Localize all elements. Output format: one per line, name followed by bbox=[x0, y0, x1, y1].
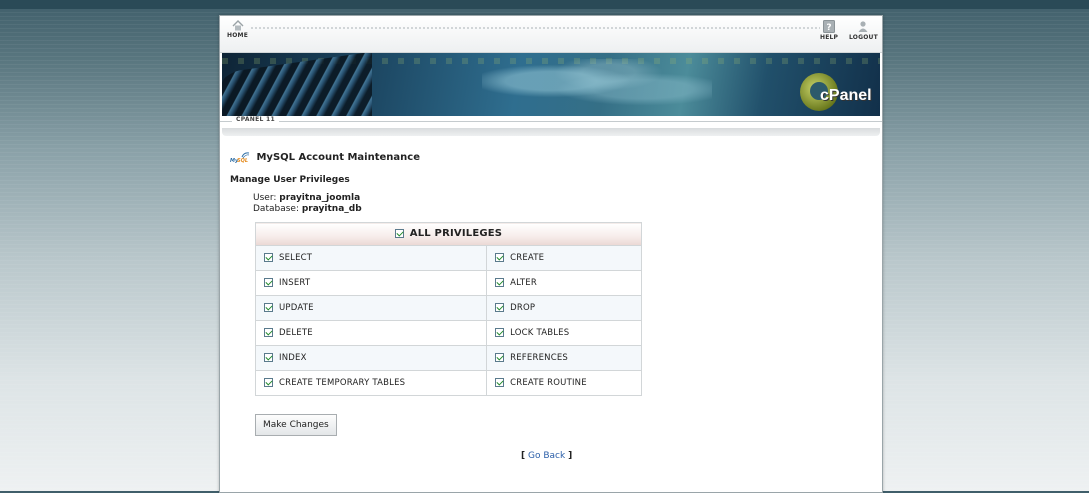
logout-label: LOGOUT bbox=[849, 34, 878, 41]
privilege-cell[interactable]: DROP bbox=[486, 295, 642, 321]
cpanel-logo: cPanel bbox=[796, 73, 874, 115]
privilege-cell[interactable]: SELECT bbox=[254, 245, 488, 271]
privilege-cell[interactable]: LOCK TABLES bbox=[486, 320, 642, 346]
go-back-link[interactable]: Go Back bbox=[528, 451, 565, 461]
version-label: CPANEL 11 bbox=[232, 116, 279, 123]
header-shadow-bar bbox=[222, 128, 880, 136]
update-label: UPDATE bbox=[279, 302, 314, 313]
bracket-open: [ bbox=[521, 451, 526, 461]
make-changes-button[interactable]: Make Changes bbox=[255, 414, 337, 436]
svg-text:SQL: SQL bbox=[237, 158, 248, 163]
select-label: SELECT bbox=[279, 252, 313, 263]
drop-checkbox[interactable] bbox=[495, 303, 505, 313]
update-checkbox[interactable] bbox=[264, 303, 273, 313]
delete-checkbox[interactable] bbox=[264, 328, 273, 338]
lock-tables-checkbox[interactable] bbox=[495, 328, 505, 338]
create-checkbox[interactable] bbox=[495, 253, 505, 263]
database-value: prayitna_db bbox=[301, 204, 362, 214]
help-icon: ? bbox=[823, 20, 836, 33]
create-label: CREATE bbox=[510, 252, 545, 263]
alter-label: ALTER bbox=[510, 277, 537, 288]
references-checkbox[interactable] bbox=[495, 353, 505, 363]
privileges-table: ALL PRIVILEGES SELECT CREATE INSERT ALTE… bbox=[254, 222, 642, 396]
create-routine-label: CREATE ROUTINE bbox=[510, 377, 587, 388]
create-temporary-tables-label: CREATE TEMPORARY TABLES bbox=[279, 377, 406, 388]
header-banner: cPanel bbox=[222, 53, 880, 116]
insert-label: INSERT bbox=[279, 277, 311, 288]
page-title-text: MySQL Account Maintenance bbox=[256, 152, 420, 163]
all-privileges-row: ALL PRIVILEGES bbox=[255, 222, 642, 246]
cpanel-page: HOME ? HELP LOGOUT cPanel CPANEL 11 My S… bbox=[219, 15, 883, 493]
index-checkbox[interactable] bbox=[264, 353, 273, 363]
top-nav: HOME ? HELP LOGOUT bbox=[220, 16, 882, 53]
go-back-link-wrapper: [ Go Back ] bbox=[521, 451, 572, 461]
privilege-cell[interactable]: INSERT bbox=[254, 270, 488, 296]
privilege-cell[interactable]: REFERENCES bbox=[486, 345, 642, 371]
svg-text:?: ? bbox=[826, 23, 831, 33]
version-bar: CPANEL 11 bbox=[220, 116, 882, 128]
privilege-cell[interactable]: ALTER bbox=[486, 270, 642, 296]
table-row: INDEX REFERENCES bbox=[254, 345, 642, 371]
table-row: DELETE LOCK TABLES bbox=[254, 320, 642, 346]
privilege-cell[interactable]: INDEX bbox=[254, 345, 488, 371]
references-label: REFERENCES bbox=[510, 352, 568, 363]
nav-divider bbox=[250, 26, 820, 31]
database-label: Database: bbox=[253, 204, 299, 214]
table-row: CREATE TEMPORARY TABLES CREATE ROUTINE bbox=[254, 370, 642, 396]
help-label: HELP bbox=[820, 34, 839, 41]
privilege-cell[interactable]: UPDATE bbox=[254, 295, 488, 321]
privilege-cell[interactable]: CREATE ROUTINE bbox=[486, 370, 642, 396]
all-privileges-cell[interactable]: ALL PRIVILEGES bbox=[255, 222, 642, 246]
bracket-close: ] bbox=[568, 451, 573, 461]
top-band bbox=[0, 0, 1089, 9]
home-icon bbox=[232, 20, 243, 31]
account-info: User: prayitna_joomla Database: prayitna… bbox=[253, 193, 362, 215]
alter-checkbox[interactable] bbox=[495, 278, 505, 288]
logout-link[interactable]: LOGOUT bbox=[849, 20, 878, 41]
user-label: User: bbox=[253, 193, 277, 203]
cpanel-logo-text: cPanel bbox=[820, 87, 872, 104]
help-link[interactable]: ? HELP bbox=[820, 20, 838, 41]
privilege-cell[interactable]: CREATE bbox=[486, 245, 642, 271]
create-routine-checkbox[interactable] bbox=[495, 378, 505, 388]
lock-tables-label: LOCK TABLES bbox=[510, 327, 570, 338]
section-title: Manage User Privileges bbox=[230, 175, 350, 185]
insert-checkbox[interactable] bbox=[264, 278, 273, 288]
user-value: prayitna_joomla bbox=[279, 193, 361, 203]
user-line: User: prayitna_joomla bbox=[253, 193, 362, 204]
database-line: Database: prayitna_db bbox=[253, 204, 362, 215]
create-temporary-tables-checkbox[interactable] bbox=[264, 378, 273, 388]
home-label: HOME bbox=[227, 32, 248, 39]
select-checkbox[interactable] bbox=[264, 253, 273, 263]
index-label: INDEX bbox=[279, 352, 307, 363]
delete-label: DELETE bbox=[279, 327, 313, 338]
mysql-icon: My SQL bbox=[230, 152, 250, 163]
version-line bbox=[220, 121, 882, 122]
all-privileges-label: ALL PRIVILEGES bbox=[409, 228, 503, 240]
page-title: My SQL MySQL Account Maintenance bbox=[230, 151, 420, 163]
home-link[interactable]: HOME bbox=[227, 20, 248, 39]
privilege-cell[interactable]: CREATE TEMPORARY TABLES bbox=[254, 370, 488, 396]
banner-world-map bbox=[482, 59, 712, 114]
privilege-cell[interactable]: DELETE bbox=[254, 320, 488, 346]
logout-icon bbox=[858, 21, 868, 32]
all-privileges-checkbox[interactable] bbox=[394, 229, 404, 239]
table-row: UPDATE DROP bbox=[254, 295, 642, 321]
table-row: SELECT CREATE bbox=[254, 245, 642, 271]
drop-label: DROP bbox=[510, 302, 536, 313]
table-row: INSERT ALTER bbox=[254, 270, 642, 296]
